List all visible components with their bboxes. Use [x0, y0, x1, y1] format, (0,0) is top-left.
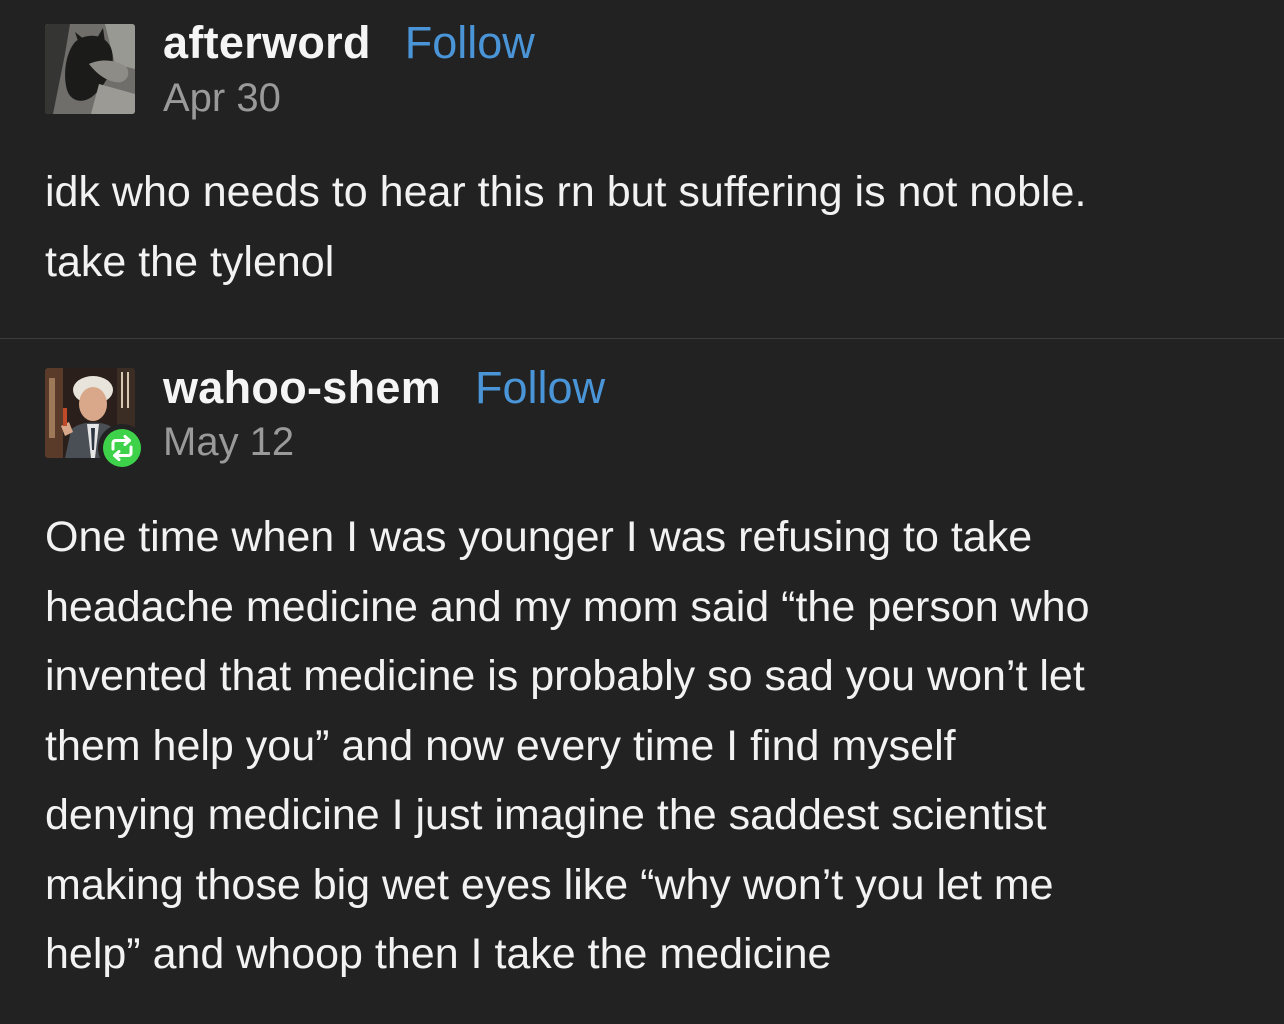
post-date: May 12: [163, 420, 295, 464]
post-header: wahoo-shem Follow: [163, 362, 605, 414]
username[interactable]: wahoo-shem: [163, 362, 441, 414]
post-text-line: them help you” and now every time I find…: [45, 721, 956, 770]
post-date: Apr 30: [163, 76, 281, 120]
post-header: afterword Follow: [163, 17, 535, 69]
reblog-badge: [98, 424, 146, 472]
reblog-icon: [111, 435, 133, 461]
post-text-line: take the tylenol: [45, 237, 335, 286]
post-text-line: idk who needs to hear this rn but suffer…: [45, 168, 1087, 216]
post-text-line: making those big wet eyes like “why won’…: [45, 860, 1054, 909]
follow-button[interactable]: Follow: [475, 362, 605, 414]
post-afterword: afterword Follow Apr 30 idk who needs to…: [0, 0, 1284, 338]
post-text-line: One time when I was younger I was refusi…: [45, 513, 1033, 561]
post-body: idk who needs to hear this rn but suffer…: [45, 158, 1260, 297]
avatar[interactable]: [45, 24, 135, 114]
post-wahoo-shem: wahoo-shem Follow May 12 One time when I…: [0, 339, 1284, 1024]
cat-photo-avatar: [45, 24, 135, 114]
username[interactable]: afterword: [163, 17, 371, 69]
post-text-line: denying medicine I just imagine the sadd…: [45, 791, 1047, 839]
follow-button[interactable]: Follow: [405, 17, 535, 69]
post-body: One time when I was younger I was refusi…: [45, 503, 1260, 990]
post-text-line: help” and whoop then I take the medicine: [45, 930, 832, 978]
post-text-line: headache medicine and my mom said “the p…: [45, 582, 1090, 631]
post-text-line: invented that medicine is probably so sa…: [45, 652, 1085, 700]
